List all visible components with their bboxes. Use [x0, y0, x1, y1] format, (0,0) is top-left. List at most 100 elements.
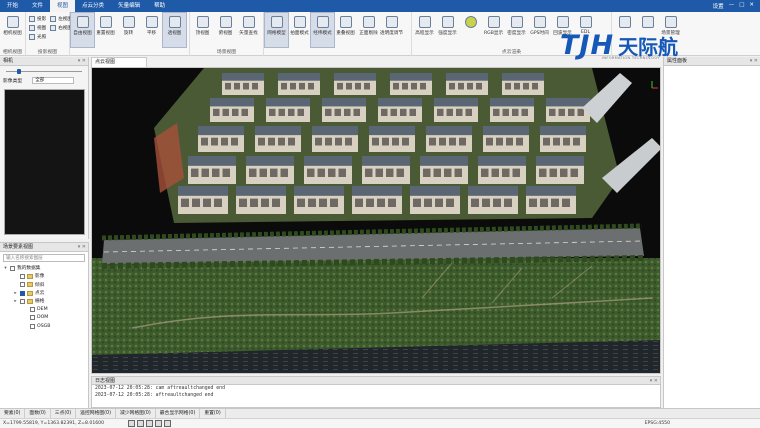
- close-button[interactable]: ✕: [749, 2, 754, 10]
- minimize-button[interactable]: —: [729, 2, 735, 10]
- camera-type-select[interactable]: 全部: [32, 76, 75, 84]
- tree-panel-header: 场景要素视图 ▾ ✕: [0, 243, 88, 252]
- transparency-button[interactable]: 透明度调节: [380, 13, 403, 47]
- building-window: [214, 198, 222, 207]
- snap-icon[interactable]: [128, 420, 135, 427]
- menu-item-start[interactable]: 开始: [0, 0, 25, 12]
- screen-icon: [641, 16, 654, 28]
- checkbox[interactable]: [20, 273, 25, 279]
- reset-view-icon: [99, 16, 112, 28]
- checkbox[interactable]: [30, 307, 35, 313]
- building-roof: [278, 73, 320, 81]
- checkbox[interactable]: [20, 282, 25, 288]
- overlap-view-button[interactable]: 重叠视图: [334, 13, 357, 47]
- projection-button[interactable]: 投影: [29, 15, 46, 23]
- reset-view-button[interactable]: 重置视图: [94, 13, 117, 47]
- shot-mode-button[interactable]: 拍面模式: [288, 13, 311, 47]
- rotate-button[interactable]: 旋转: [117, 13, 140, 47]
- perspective-icon: [168, 16, 181, 28]
- checkbox[interactable]: [30, 315, 35, 321]
- tab-faces[interactable]: 面数(0): [25, 408, 51, 419]
- checkbox[interactable]: [20, 298, 25, 304]
- building-roof: [362, 156, 410, 166]
- grid-icon[interactable]: [137, 420, 144, 427]
- viewport-tab[interactable]: 点云视图: [91, 57, 147, 67]
- tab-display-mesh[interactable]: 最合显示网格(0): [156, 408, 201, 419]
- menu-item-view[interactable]: 视图: [50, 0, 76, 12]
- maximize-button[interactable]: □: [739, 2, 744, 10]
- tab-features[interactable]: 要素(0): [0, 408, 26, 419]
- tree-node-dom[interactable]: DOM: [0, 314, 88, 322]
- tree-node-osgb[interactable]: OSGB: [0, 322, 88, 330]
- building-window: [269, 108, 276, 116]
- camera-view-button[interactable]: 相机视图: [1, 13, 24, 47]
- menu-item-file[interactable]: 文件: [25, 0, 50, 12]
- checkbox[interactable]: [30, 323, 35, 329]
- settings-button[interactable]: 设置: [713, 2, 724, 10]
- expand-icon[interactable]: ▸: [13, 291, 18, 296]
- building-window: [365, 168, 373, 177]
- menu-item-classify[interactable]: 点云分类: [75, 0, 111, 12]
- building-window: [297, 198, 305, 207]
- light-button[interactable]: 光照: [29, 33, 46, 41]
- density-display-button[interactable]: 密度显示: [505, 13, 528, 47]
- camera-slider-handle[interactable]: [17, 69, 21, 74]
- perspective-button[interactable]: 透视图: [162, 12, 187, 48]
- left-view-button[interactable]: 左视图: [50, 15, 72, 23]
- menu-bar: 开始 文件 视图 点云分类 矢量编辑 帮助 设置 — □ ✕: [0, 0, 760, 12]
- camera-type-row: 影像类型 全部: [0, 75, 88, 85]
- tree-node-oblique[interactable]: 倾斜: [0, 281, 88, 289]
- tab-reset[interactable]: 重置(0): [200, 408, 226, 419]
- building-window: [299, 82, 305, 90]
- panel-close-icon[interactable]: ▾ ✕: [750, 57, 758, 66]
- intensity-display-button[interactable]: 强度显示: [436, 13, 459, 47]
- menu-item-vector-edit[interactable]: 矢量编辑: [111, 0, 147, 12]
- layer-search-input[interactable]: 输入名称搜索图层: [3, 254, 85, 262]
- pointcloud-viewport[interactable]: [91, 67, 661, 374]
- building-window: [551, 198, 559, 207]
- tree-node-pointcloud[interactable]: ▸ 点云: [0, 289, 88, 297]
- camera-icon: [6, 16, 19, 28]
- elevation-display-button[interactable]: 高程显示: [413, 13, 436, 47]
- layer-icon[interactable]: [164, 420, 171, 427]
- rgb-display-button[interactable]: RGB显示: [482, 13, 505, 47]
- tab-three-points[interactable]: 三点(0): [51, 408, 77, 419]
- tree-node-dem[interactable]: DEM: [0, 305, 88, 313]
- lonlat-mode-button[interactable]: 经纬模式: [310, 12, 335, 48]
- rgb-icon: [487, 16, 500, 28]
- expand-icon[interactable]: ▸: [13, 299, 18, 304]
- bird-view-button[interactable]: 俯视图: [214, 13, 237, 47]
- tree-node-raster[interactable]: ▸ 栅格: [0, 297, 88, 305]
- building-window: [225, 82, 231, 90]
- view-button[interactable]: 视图: [29, 24, 46, 32]
- color-display-button[interactable]: [459, 13, 482, 47]
- gps-time-button[interactable]: GPS时间: [528, 13, 551, 47]
- panel-close-icon[interactable]: ▾ ✕: [650, 377, 658, 385]
- free-view-button[interactable]: 自由视图: [70, 12, 95, 48]
- expand-icon[interactable]: ▾: [3, 266, 8, 271]
- select-icon[interactable]: [146, 420, 153, 427]
- building-window: [335, 137, 342, 146]
- right-view-button[interactable]: 右视图: [50, 24, 72, 32]
- ribbon-group-camera: 相机视图 相机视图: [0, 12, 26, 56]
- checkbox-checked[interactable]: [20, 290, 25, 296]
- tab-remote-mesh[interactable]: 遥控网格图(0): [76, 408, 116, 419]
- mesh-model-button[interactable]: 网格模型: [264, 12, 289, 48]
- front-cull-button[interactable]: 正面剔除: [357, 13, 380, 47]
- app-window: 开始 文件 视图 点云分类 矢量编辑 帮助 设置 — □ ✕ 相机视图 相机视图…: [0, 0, 760, 428]
- checkbox[interactable]: [10, 265, 15, 271]
- panel-close-icon[interactable]: ▾ ✕: [78, 243, 86, 252]
- vector-find-button[interactable]: 矢量查找: [237, 13, 260, 47]
- tab-reduce-mesh[interactable]: 减少网格图(0): [116, 408, 156, 419]
- measure-icon[interactable]: [155, 420, 162, 427]
- top-view-button[interactable]: 顶视图: [191, 13, 214, 47]
- panel-pin-icon[interactable]: ▾ ✕: [78, 57, 86, 66]
- pan-button[interactable]: 平移: [140, 13, 163, 47]
- building-roof: [390, 73, 432, 81]
- tree-node-imagery[interactable]: 影像: [0, 272, 88, 280]
- attribute-panel: 属性面板 ▾ ✕: [663, 57, 760, 408]
- tree-node-dataset[interactable]: ▾ 我的数据集: [0, 264, 88, 272]
- right-view-icon: [50, 25, 57, 31]
- edl-icon: [579, 16, 592, 28]
- menu-item-help[interactable]: 帮助: [147, 0, 172, 12]
